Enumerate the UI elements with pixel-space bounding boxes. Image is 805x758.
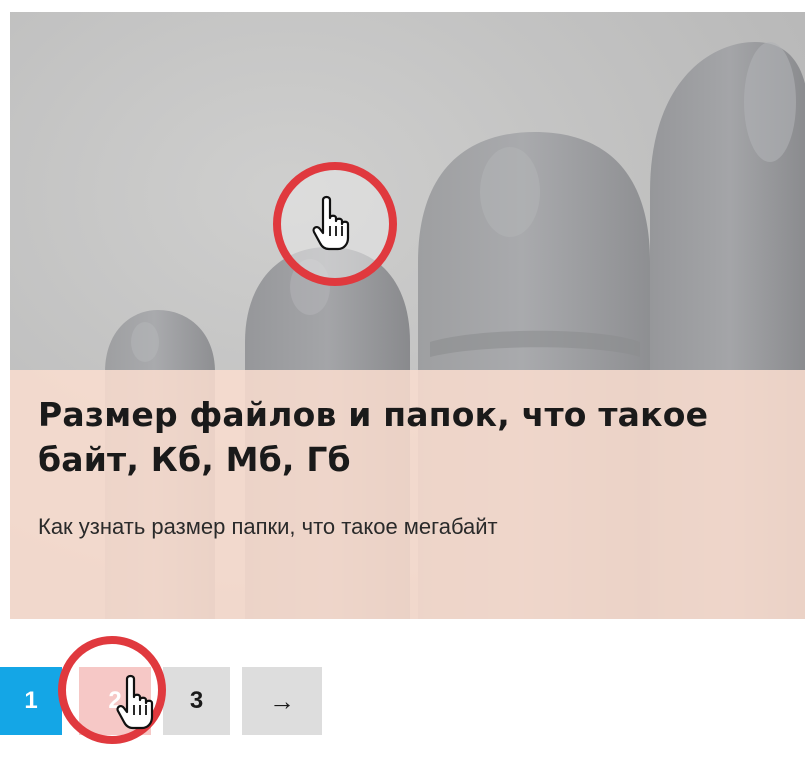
page-2-button[interactable]: 2 xyxy=(79,667,151,735)
slide-title[interactable]: Размер файлов и папок, что такое байт, К… xyxy=(38,392,798,482)
slider-card[interactable]: Размер файлов и папок, что такое байт, К… xyxy=(10,12,805,619)
slide-subtitle: Как узнать размер папки, что такое мегаб… xyxy=(38,514,498,539)
pagination: 1 2 3 → xyxy=(0,667,805,737)
page-3-button[interactable]: 3 xyxy=(163,667,230,735)
page-1-button[interactable]: 1 xyxy=(0,667,62,735)
next-page-button[interactable]: → xyxy=(242,667,322,735)
slide-caption[interactable]: Размер файлов и папок, что такое байт, К… xyxy=(10,370,805,619)
page: Размер файлов и папок, что такое байт, К… xyxy=(0,0,805,758)
